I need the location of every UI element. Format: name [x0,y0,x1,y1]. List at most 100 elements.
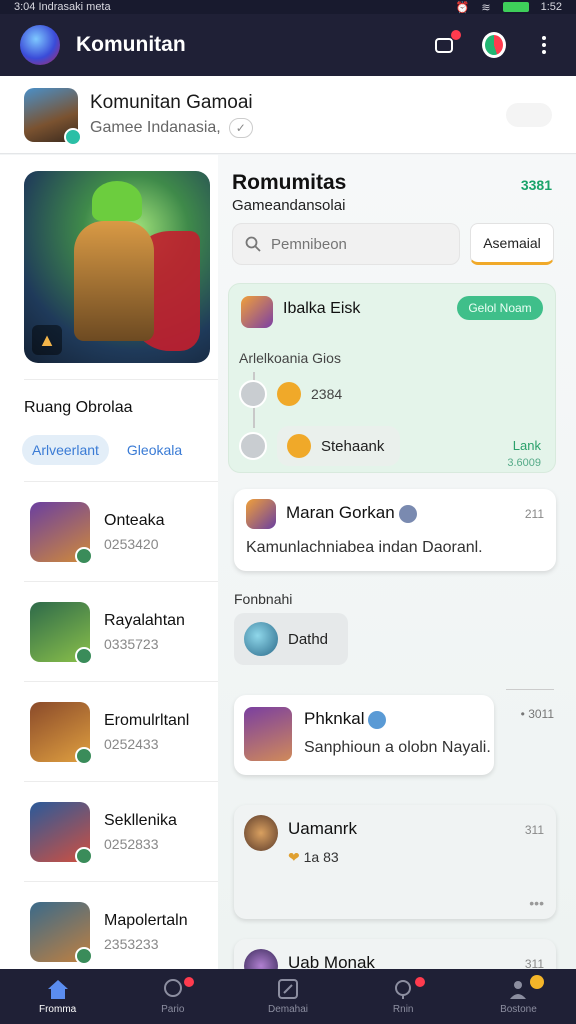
member-id: 2353233 [104,935,159,952]
profile-badge [529,975,544,989]
more-menu-icon[interactable] [532,33,556,57]
side-meta: • 3011 [520,707,554,721]
status-left: 3:04 Indrasaki meta [14,1,111,13]
message-author: Phknkal [304,709,365,728]
notification-badge [414,977,425,987]
message-body: Kamunlachniabea indan Daoranl. [246,539,483,556]
group-name: Komunitan Gamoai [90,91,253,113]
compass-icon [276,978,300,1000]
thread-reply[interactable]: Stehaank [239,426,401,466]
left-panel: ▲ Ruang Obrolaa Arlveerlant Gleokala Ont… [0,155,218,969]
mini-chat[interactable]: Dathd [234,613,348,665]
search-input[interactable] [271,235,441,253]
verified-icon [368,710,387,729]
filter-chips: Arlveerlant Gleokala [22,435,192,465]
group-badge-icon [64,127,82,146]
verified-icon [398,504,417,523]
notification-badge [451,30,461,40]
search-bar[interactable] [232,223,460,265]
member-id: 0252433 [104,735,159,752]
nav-notifications[interactable]: Rnin [346,969,461,1024]
header-pill[interactable] [506,102,552,127]
featured-thread[interactable]: Ibalka Eisk Gelol Noam Arlelkoania Gios … [228,283,556,473]
member-count: 3381 [520,177,552,193]
chat-badge [184,977,195,987]
profile-icon [506,978,530,1000]
message-author: Maran Gorkan [286,503,395,522]
search-icon [245,236,261,252]
nav-chat[interactable]: Pario [115,969,230,1024]
bottom-nav: Fromma Pario Demahai Rnin Bostone [0,969,576,1024]
hero-image: ▲ [24,171,210,363]
message-body: Sanphioun a olobn Nayali. [304,739,491,756]
chat-icon [161,978,185,1000]
nav-label: Pario [161,1004,185,1015]
group-avatar [24,87,82,146]
avatar [30,501,93,565]
group-header[interactable]: Komunitan Gamoai Gamee Indanasia, ✓ [0,76,576,154]
message-card[interactable]: Uamanrk 311 ❤ 1a 83 ••• [234,805,556,919]
list-item[interactable]: Rayalahtan 0335723 [24,581,218,681]
thread-reply[interactable]: 2384 [239,380,342,408]
home-icon [46,978,70,1000]
reply-count: 2384 [311,386,343,402]
avatar [244,707,292,761]
message-card[interactable]: Phknkal Sanphioun a olobn Nayali. [234,695,494,775]
member-list: Onteaka 0253420 Rayalahtan 0335723 Eromulr… [24,481,218,981]
more-options-icon[interactable]: ••• [529,895,544,911]
notification-icon[interactable] [432,30,461,57]
chip-secondary[interactable]: Gleokala [117,435,192,465]
list-item[interactable]: Onteaka 0253420 [24,481,218,581]
member-name: Onteaka [104,511,165,529]
room-title: Ruang Obrolaa [24,399,133,416]
thread-stat-sub: 3.6009 [507,457,541,469]
send-button[interactable]: Asemaial [470,223,554,265]
app-title: Komunitan [76,33,186,56]
app-bar: Komunitan [0,14,576,76]
status-time: 1:52 [540,1,562,13]
join-button[interactable]: Gelol Noam [457,296,543,320]
member-id: 0252833 [104,835,159,852]
nav-label: Rnin [392,1004,414,1015]
section-label: Fonbnahi [234,591,293,607]
profile-avatar[interactable] [482,32,506,58]
nav-label: Fromma [38,1004,77,1015]
avatar [30,901,93,965]
nav-profile[interactable]: Bostone [461,969,576,1024]
nav-discover[interactable]: Demahai [230,969,345,1024]
thread-avatar [241,296,273,328]
verified-icon: ✓ [228,117,253,138]
thread-label: Arlelkoania Gios [239,350,341,366]
list-item[interactable]: Eromulrltanl 0252433 [24,681,218,781]
emoji-icon [287,434,311,458]
right-panel: Romumitas 3381 Gameandansolai Asemaial I… [218,155,576,999]
avatar [244,815,278,851]
wifi-icon: ≋ [481,1,491,14]
list-item[interactable]: Mapolertaln 2353233 [24,881,218,981]
member-id: 0335723 [104,635,159,652]
battery-icon [502,2,529,12]
chip-active[interactable]: Arlveerlant [22,435,109,465]
reply-name: Stehaank [321,437,385,455]
thread-title: Ibalka Eisk [283,300,361,317]
bell-icon [391,978,415,1000]
message-card[interactable]: Maran Gorkan 211 Kamunlachniabea indan D… [234,489,556,571]
member-name: Mapolertaln [104,911,188,929]
page-subtitle: Gameandansolai [232,197,346,214]
thread-stat: Lank [512,438,541,453]
user-icon [239,380,267,408]
reaction-icon: ❤ [288,849,300,865]
emoji-icon [277,382,301,406]
member-id: 0253420 [104,535,159,552]
member-name: Rayalahtan [104,611,185,629]
avatar [246,499,276,529]
nav-home[interactable]: Fromma [0,969,115,1024]
alarm-icon: ⏰ [455,1,470,14]
nav-label: Demahai [267,1004,309,1015]
list-item[interactable]: Sekllenika 0252833 [24,781,218,881]
page-title: Romumitas [232,171,347,194]
group-subtitle: Gamee Indanasia, [90,118,221,136]
avatar [30,601,93,665]
avatar [30,701,93,765]
member-name: Sekllenika [104,811,177,829]
